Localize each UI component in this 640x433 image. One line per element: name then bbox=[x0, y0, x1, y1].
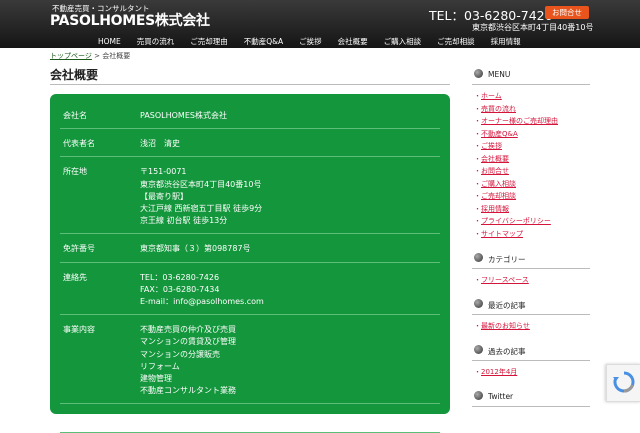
info-value: 〒151-0071 東京都渋谷区本町4丁目40番10号 【最寄り駅】大江戸線 西新宿… bbox=[140, 166, 440, 227]
info-value-line: TEL：03-6280-7426 bbox=[140, 272, 220, 282]
info-label: 免許番号 bbox=[63, 244, 95, 254]
info-label: 所在地 bbox=[63, 167, 87, 177]
sidebar-link-menu[interactable]: 売買の流れ bbox=[474, 104, 516, 114]
nav-item-1[interactable]: 売買の流れ bbox=[129, 36, 183, 48]
breadcrumb-current: 会社概要 bbox=[102, 52, 131, 60]
sidebar-link-menu[interactable]: プライバシーポリシー bbox=[474, 216, 551, 226]
info-row: 事業内容 不動産売買の仲介及び売買 マンションの賃貸及び管理 マンションの分譲販売 リフ… bbox=[60, 320, 440, 405]
sidebar-menu-heading-label: MENU bbox=[488, 70, 511, 79]
nav-item-8[interactable]: 採用情報 bbox=[483, 36, 529, 48]
sidebar-recent-heading: 最近の記事 bbox=[472, 296, 590, 315]
sidebar-link-menu[interactable]: 不動産Q&A bbox=[474, 129, 518, 139]
sidebar-link-menu[interactable]: オーナー様のご売却理由 bbox=[474, 116, 558, 126]
breadcrumb: トップページ > 会社概要 bbox=[50, 51, 130, 61]
info-value-line: 建物管理 bbox=[140, 374, 172, 383]
nav-item-5[interactable]: 会社概要 bbox=[330, 36, 376, 48]
bullet-icon bbox=[474, 299, 483, 308]
bullet-icon bbox=[474, 345, 483, 354]
info-row: 所在地 〒151-0071 東京都渋谷区本町4丁目40番10号 【最寄り駅】大江戸線 … bbox=[60, 162, 440, 235]
sidebar-link-menu[interactable]: ホーム bbox=[474, 91, 502, 101]
info-value: 東京都知事（３）第098787号 bbox=[140, 243, 440, 255]
info-label: 設立 bbox=[63, 414, 79, 424]
title-divider bbox=[50, 84, 450, 85]
sidebar-category-heading: カテゴリー bbox=[472, 250, 590, 269]
info-value-line: FAX：03-6280-7434 bbox=[140, 284, 220, 294]
info-value: PASOLHOMES株式会社 bbox=[140, 110, 440, 122]
sidebar-category-heading-label: カテゴリー bbox=[488, 255, 526, 264]
main-nav: HOME 売買の流れ ご売却理由 不動産Q&A ご挨拶 会社概要 ご購入相談 ご売却相談 採用情… bbox=[90, 36, 529, 48]
info-label: 会社名 bbox=[63, 111, 87, 120]
sidebar-recent-heading-label: 最近の記事 bbox=[488, 301, 526, 310]
header-address: 東京都渋谷区本町4丁目40番10号 bbox=[472, 23, 594, 32]
info-value-line: 浅沼 清史 bbox=[140, 139, 180, 149]
nav-item-4[interactable]: ご挨拶 bbox=[291, 36, 330, 48]
info-value-line: リフォーム bbox=[140, 361, 180, 371]
breadcrumb-home-link[interactable]: トップページ bbox=[50, 52, 92, 60]
info-value-line: 東京都渋谷区本町4丁目40番10号 bbox=[140, 179, 262, 189]
sidebar-link-menu[interactable]: お問合せ bbox=[474, 166, 509, 176]
site-logo[interactable]: PASOLHOMES株式会社 bbox=[50, 10, 210, 30]
sidebar-link-recent[interactable]: 最新のお知らせ bbox=[474, 321, 530, 331]
company-info-panel: 会社名 PASOLHOMES株式会社代表者名 浅沼 清史所在地 〒151-0071 東京… bbox=[50, 94, 450, 433]
sidebar-twitter-heading: Twitter bbox=[472, 388, 590, 407]
sidebar-link-menu[interactable]: ご売却相談 bbox=[474, 191, 516, 201]
nav-item-3[interactable]: 不動産Q&A bbox=[236, 36, 291, 48]
info-row: 設立 2009年9月 bbox=[60, 409, 440, 433]
info-value: 不動産売買の仲介及び売買 マンションの賃貸及び管理 マンションの分譲販売 リフォーム建… bbox=[140, 324, 440, 397]
info-value: 2009年9月 bbox=[140, 413, 440, 425]
site-header: 不動産売買・コンサルタント PASOLHOMES株式会社 TEL：03-6280… bbox=[0, 0, 640, 48]
sidebar-menu-heading: MENU bbox=[472, 66, 590, 85]
recaptcha-badge[interactable] bbox=[606, 364, 640, 402]
info-row: 会社名 PASOLHOMES株式会社 bbox=[60, 106, 440, 130]
info-value-line: 不動産売買の仲介及び売買 bbox=[140, 325, 236, 335]
info-value-line: 【最寄り駅】 bbox=[140, 191, 188, 201]
info-value-line: PASOLHOMES株式会社 bbox=[140, 111, 227, 120]
nav-item-2[interactable]: ご売却理由 bbox=[182, 36, 236, 48]
nav-item-6[interactable]: ご購入相談 bbox=[376, 36, 430, 48]
sidebar-link-menu[interactable]: サイトマップ bbox=[474, 229, 523, 239]
info-row: 代表者名 浅沼 清史 bbox=[60, 134, 440, 158]
sidebar-archive-heading: 過去の記事 bbox=[472, 342, 590, 361]
info-value-line: 大江戸線 西新宿五丁目駅 徒歩9分 bbox=[140, 204, 263, 213]
sidebar-link-menu[interactable]: 会社概要 bbox=[474, 154, 509, 164]
sidebar-link-menu[interactable]: ご挨拶 bbox=[474, 141, 502, 151]
info-value: TEL：03-6280-7426 FAX：03-6280-7434 E-mail：i… bbox=[140, 272, 440, 309]
info-value-line: 〒151-0071 bbox=[140, 167, 187, 177]
contact-button[interactable]: お問合せ bbox=[545, 6, 589, 19]
bullet-icon bbox=[474, 69, 483, 78]
info-value-line: 2009年9月 bbox=[140, 414, 182, 424]
info-label: 代表者名 bbox=[63, 139, 95, 149]
breadcrumb-separator: > bbox=[91, 52, 103, 60]
info-row: 連絡先 TEL：03-6280-7426 FAX：03-6280-7434 E-mai… bbox=[60, 268, 440, 316]
info-label: 事業内容 bbox=[63, 325, 95, 335]
sidebar-link-archive[interactable]: 2012年4月 bbox=[474, 367, 517, 377]
info-value: 浅沼 清史 bbox=[140, 138, 440, 150]
sidebar-link-menu[interactable]: ご購入相談 bbox=[474, 179, 516, 189]
info-label: 連絡先 bbox=[63, 272, 87, 282]
info-value-line: 東京都知事（３）第098787号 bbox=[140, 244, 251, 254]
bullet-icon bbox=[474, 391, 483, 400]
nav-item-0[interactable]: HOME bbox=[90, 36, 129, 48]
info-value-line: 不動産コンサルタント業務 bbox=[140, 386, 236, 396]
sidebar-link-menu[interactable]: 採用情報 bbox=[474, 204, 509, 214]
sidebar-link-category[interactable]: フリースペース bbox=[474, 275, 529, 285]
info-value-line: 京王線 初台駅 徒歩13分 bbox=[140, 216, 228, 226]
nav-item-7[interactable]: ご売却相談 bbox=[429, 36, 483, 48]
info-value-line: E-mail：info@pasolhomes.com bbox=[140, 297, 264, 306]
info-value-line: マンションの分譲販売 bbox=[140, 349, 220, 359]
sidebar-archive-heading-label: 過去の記事 bbox=[488, 347, 526, 356]
recaptcha-icon bbox=[613, 371, 635, 393]
info-value-line: マンションの賃貸及び管理 bbox=[140, 337, 236, 347]
bullet-icon bbox=[474, 253, 483, 262]
page-title: 会社概要 bbox=[50, 68, 99, 82]
info-row: 免許番号 東京都知事（３）第098787号 bbox=[60, 239, 440, 263]
